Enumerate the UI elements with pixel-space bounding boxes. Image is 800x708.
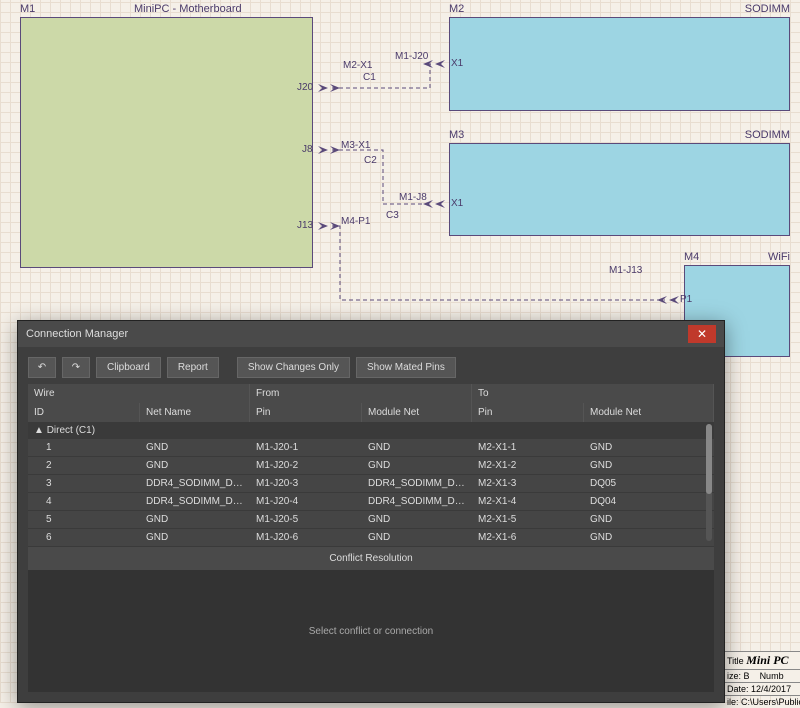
show-mated-button[interactable]: Show Mated Pins — [356, 357, 456, 378]
net-m4p1: M4-P1 — [341, 216, 370, 227]
clipboard-button[interactable]: Clipboard — [96, 357, 161, 378]
net-m1j20: M1-J20 — [395, 51, 428, 62]
m1-name: MiniPC - Motherboard — [134, 3, 242, 15]
table-section-header: Wire From To — [28, 384, 714, 403]
dialog-titlebar[interactable]: Connection Manager ✕ — [18, 321, 724, 347]
pin-m4-p1: P1 — [680, 294, 692, 305]
table-row[interactable]: 2GNDM1-J20-2GNDM2-X1-2GND — [28, 457, 714, 475]
table-column-header: ID Net Name Pin Module Net Pin Module Ne… — [28, 403, 714, 422]
pin-j13: J13 — [297, 220, 313, 231]
m2-name: SODIMM — [745, 3, 790, 15]
net-m3x1: M3-X1 — [341, 140, 370, 151]
close-icon: ✕ — [697, 327, 707, 341]
undo-button[interactable]: ↶ — [28, 357, 56, 378]
table-row[interactable]: 6GNDM1-J20-6GNDM2-X1-6GND — [28, 529, 714, 547]
pin-m3-x1: X1 — [451, 198, 463, 209]
table-scrollbar[interactable] — [706, 424, 712, 541]
module-m1[interactable] — [20, 17, 313, 268]
net-c3: C3 — [386, 210, 399, 221]
net-c1: C1 — [363, 72, 376, 83]
module-m3[interactable] — [449, 143, 790, 236]
dialog-title: Connection Manager — [26, 328, 128, 340]
pin-j8: J8 — [302, 144, 313, 155]
m4-id: M4 — [684, 251, 699, 263]
net-c2: C2 — [364, 155, 377, 166]
table-row[interactable]: 5GNDM1-J20-5GNDM2-X1-5GND — [28, 511, 714, 529]
pin-m2-x1: X1 — [451, 58, 463, 69]
pin-j20: J20 — [297, 82, 313, 93]
title-block: Title Mini PC ize: B Numb Date: 12/4/201… — [725, 651, 800, 696]
show-changes-button[interactable]: Show Changes Only — [237, 357, 350, 378]
conflict-message: Select conflict or connection — [309, 626, 434, 637]
table-row[interactable]: 1GNDM1-J20-1GNDM2-X1-1GND — [28, 439, 714, 457]
net-m1j8: M1-J8 — [399, 192, 427, 203]
report-button[interactable]: Report — [167, 357, 219, 378]
table-group-row[interactable]: ▲ Direct (C1) — [28, 422, 714, 439]
conflict-resolution-header: Conflict Resolution — [28, 547, 714, 570]
m2-id: M2 — [449, 3, 464, 15]
toolbar: ↶ ↷ Clipboard Report Show Changes Only S… — [18, 347, 724, 384]
table-row[interactable]: 4DDR4_SODIMM_DQ4/D...M1-J20-4DDR4_SODIMM… — [28, 493, 714, 511]
m3-id: M3 — [449, 129, 464, 141]
scrollbar-thumb[interactable] — [706, 424, 712, 494]
close-button[interactable]: ✕ — [688, 325, 716, 343]
m1-id: M1 — [20, 3, 35, 15]
connection-table[interactable]: Wire From To ID Net Name Pin Module Net … — [28, 384, 714, 547]
table-row[interactable]: 3DDR4_SODIMM_DQ5/D...M1-J20-3DDR4_SODIMM… — [28, 475, 714, 493]
module-m2[interactable] — [449, 17, 790, 111]
net-m1j13: M1-J13 — [609, 265, 642, 276]
net-m2x1: M2-X1 — [343, 60, 372, 71]
redo-button[interactable]: ↷ — [62, 357, 90, 378]
m4-name: WiFi — [768, 251, 790, 263]
m3-name: SODIMM — [745, 129, 790, 141]
conflict-resolution-panel: Select conflict or connection — [28, 570, 714, 692]
connection-manager-dialog: Connection Manager ✕ ↶ ↷ Clipboard Repor… — [17, 320, 725, 703]
